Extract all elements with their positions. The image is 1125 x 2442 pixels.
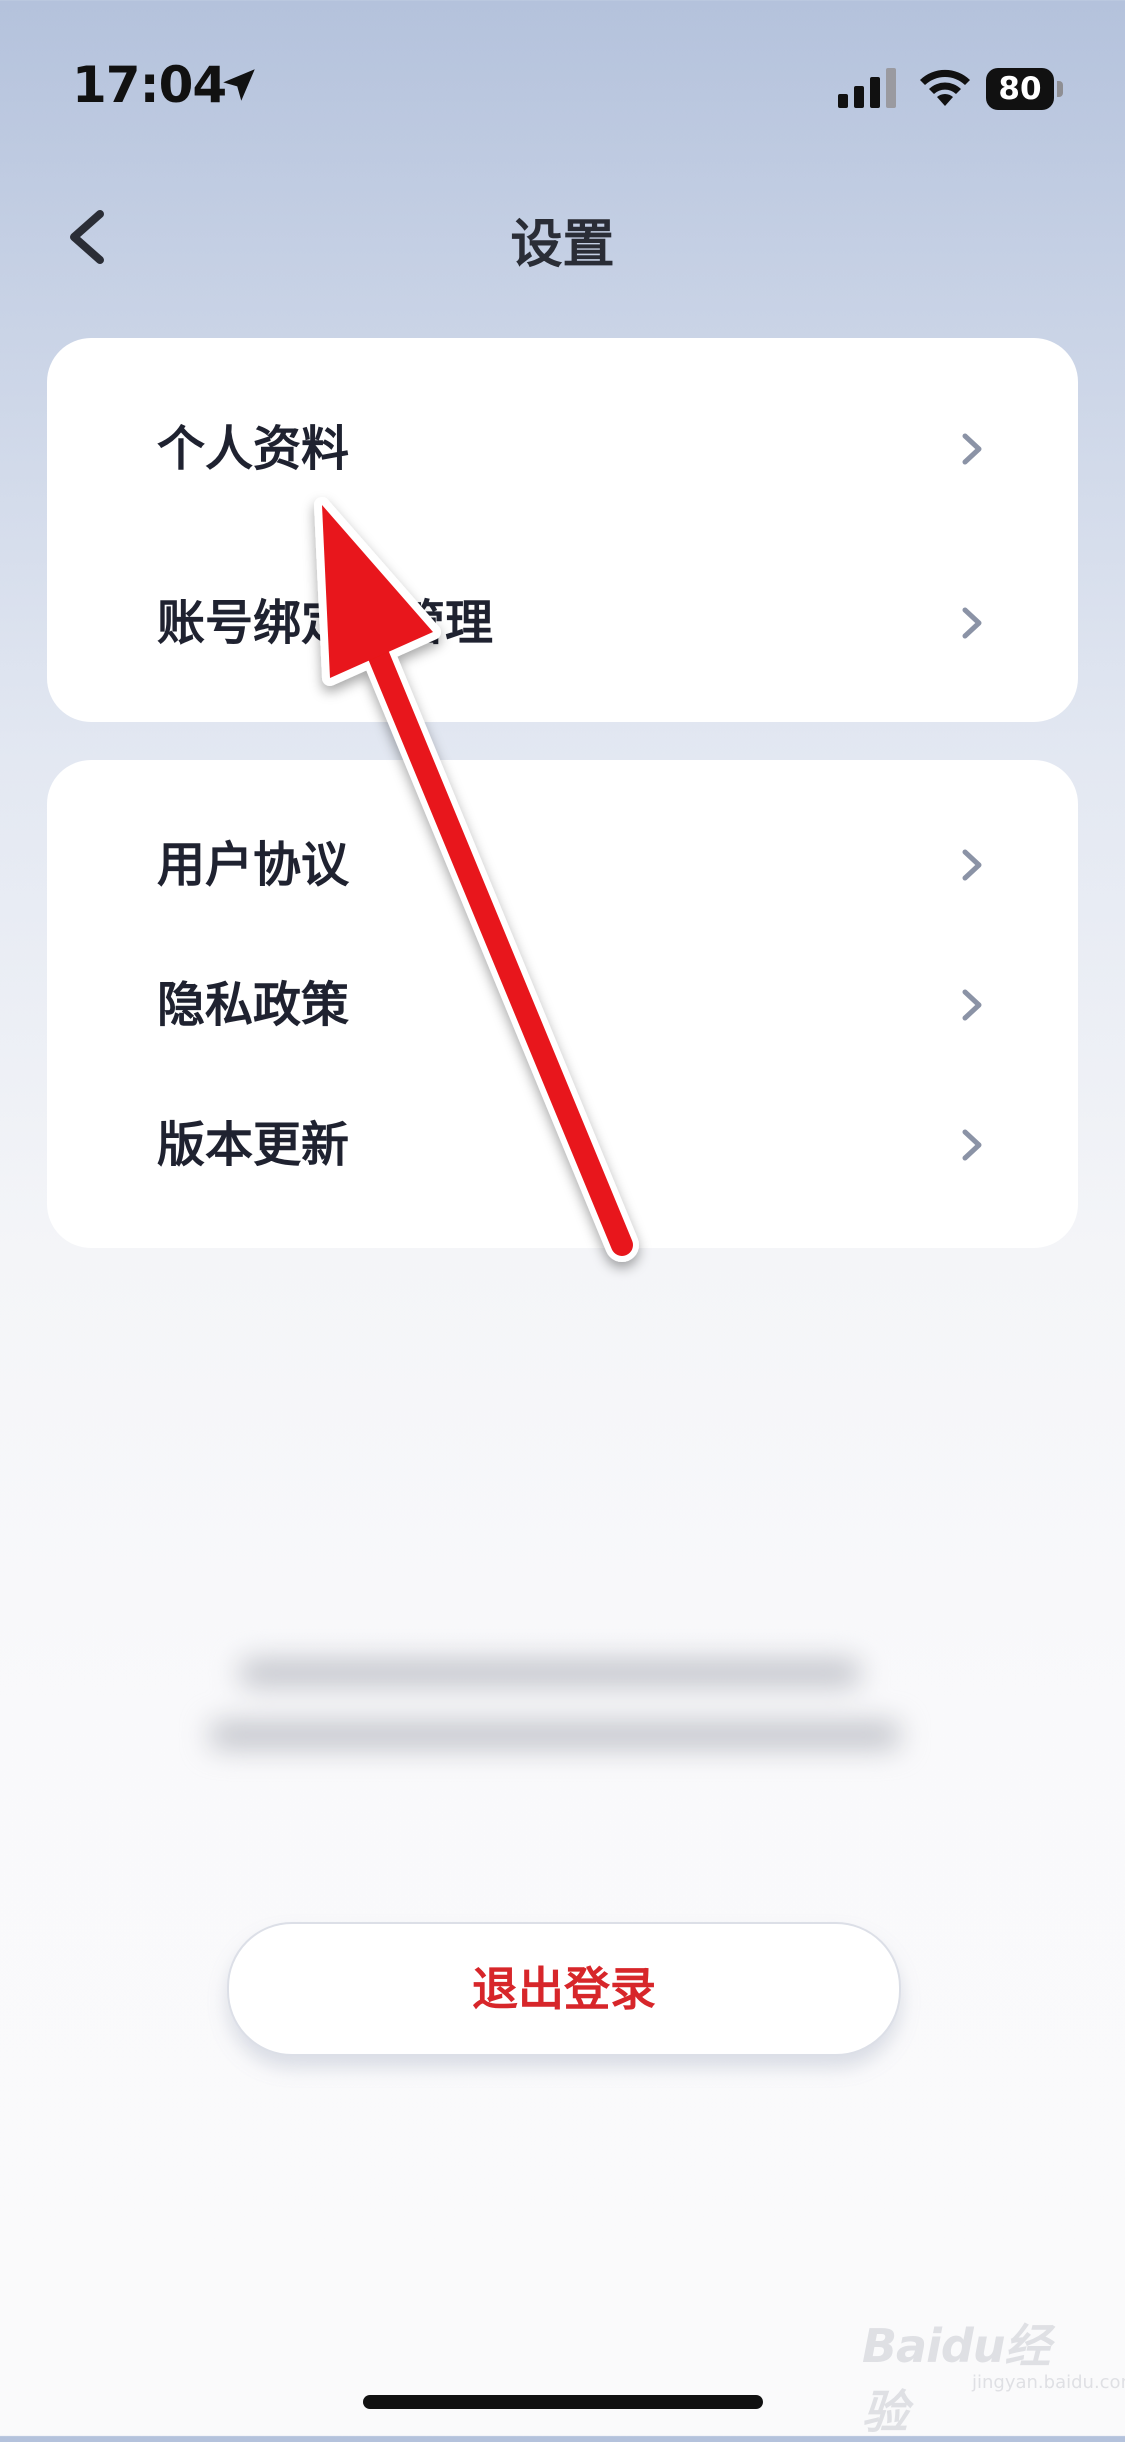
home-indicator[interactable] (363, 2395, 763, 2409)
battery-icon: 80 (986, 68, 1064, 110)
settings-row-label: 用户协议 (157, 837, 350, 893)
nav-bar: 设置 (0, 190, 1125, 280)
settings-row-label: 隐私政策 (157, 977, 350, 1033)
watermark-subtext: jingyan.baidu.com (972, 2372, 1125, 2393)
blurred-redacted-text (210, 1650, 910, 1770)
blurred-line (210, 1722, 900, 1748)
chevron-right-icon (962, 849, 982, 881)
battery-cap (1057, 81, 1063, 97)
settings-group-about: 用户协议 隐私政策 版本更新 (47, 760, 1078, 1248)
location-arrow-icon (223, 69, 255, 101)
settings-row-label: 账号绑定与管理 (157, 595, 494, 651)
status-bar: 17:04 80 (0, 0, 1125, 160)
cellular-signal-icon (838, 68, 896, 108)
page-title: 设置 (510, 215, 615, 275)
settings-row-privacy-policy[interactable]: 隐私政策 (47, 950, 1078, 1060)
settings-row-version-update[interactable]: 版本更新 (47, 1090, 1078, 1200)
chevron-right-icon (962, 1129, 982, 1161)
chevron-right-icon (962, 607, 982, 639)
logout-button[interactable]: 退出登录 (227, 1922, 901, 2056)
settings-row-user-agreement[interactable]: 用户协议 (47, 810, 1078, 920)
baidu-watermark: Baidu经验 jingyan.baidu.com (862, 2310, 1125, 2439)
settings-row-label: 版本更新 (157, 1117, 350, 1173)
chevron-right-icon (962, 989, 982, 1021)
wifi-icon (920, 69, 970, 106)
blurred-line (240, 1660, 860, 1686)
battery-level: 80 (986, 68, 1054, 110)
settings-group-account: 个人资料 账号绑定与管理 (47, 338, 1078, 722)
status-time: 17:04 (72, 56, 227, 114)
settings-row-profile[interactable]: 个人资料 (47, 394, 1078, 504)
settings-row-account-binding[interactable]: 账号绑定与管理 (47, 568, 1078, 678)
chevron-right-icon (962, 433, 982, 465)
settings-row-label: 个人资料 (157, 421, 350, 477)
